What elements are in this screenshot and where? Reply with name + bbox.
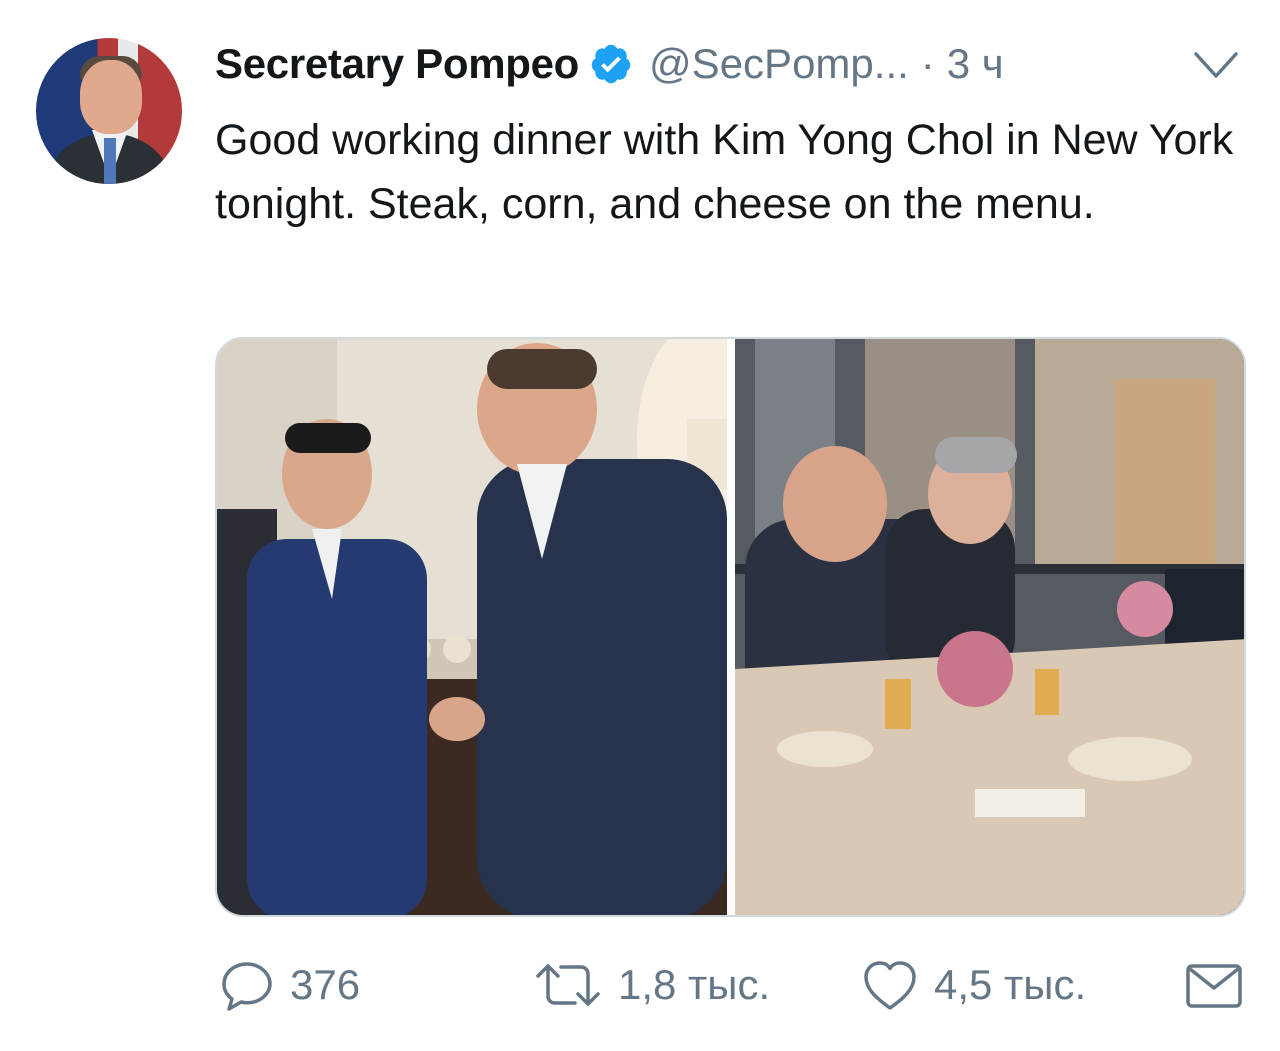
author-name[interactable]: Secretary Pompeo [215,40,579,88]
retweet-button[interactable]: 1,8 тыс. [532,950,770,1020]
like-button[interactable]: 4,5 тыс. [860,950,1086,1020]
media-grid [215,337,1246,917]
envelope-icon [1186,964,1242,1008]
reply-button[interactable]: 376 [218,950,360,1020]
tweet-text: Good working dinner with Kim Yong Chol i… [215,116,1234,228]
reply-icon [222,962,272,1011]
dm-button[interactable] [1184,950,1244,1020]
author-handle[interactable]: @SecPomp... [649,40,909,88]
tweet-actions: 376 1,8 тыс. 4,5 тыс. [0,950,1280,1020]
like-count: 4,5 тыс. [934,961,1087,1008]
avatar[interactable] [36,38,182,184]
retweet-icon [536,964,600,1006]
handshake-photo[interactable] [217,339,727,915]
dinner-table-photo[interactable] [735,339,1244,915]
chevron-down-icon[interactable] [1192,44,1240,84]
verified-badge-icon [591,44,631,84]
separator-dot: · [920,40,935,87]
tweet-header: Secretary Pompeo @SecPomp... · 3 ч [215,36,1225,92]
reply-count: 376 [290,961,361,1008]
heart-icon [864,961,916,1010]
timestamp[interactable]: 3 ч [947,40,1004,88]
retweet-count: 1,8 тыс. [618,961,771,1008]
